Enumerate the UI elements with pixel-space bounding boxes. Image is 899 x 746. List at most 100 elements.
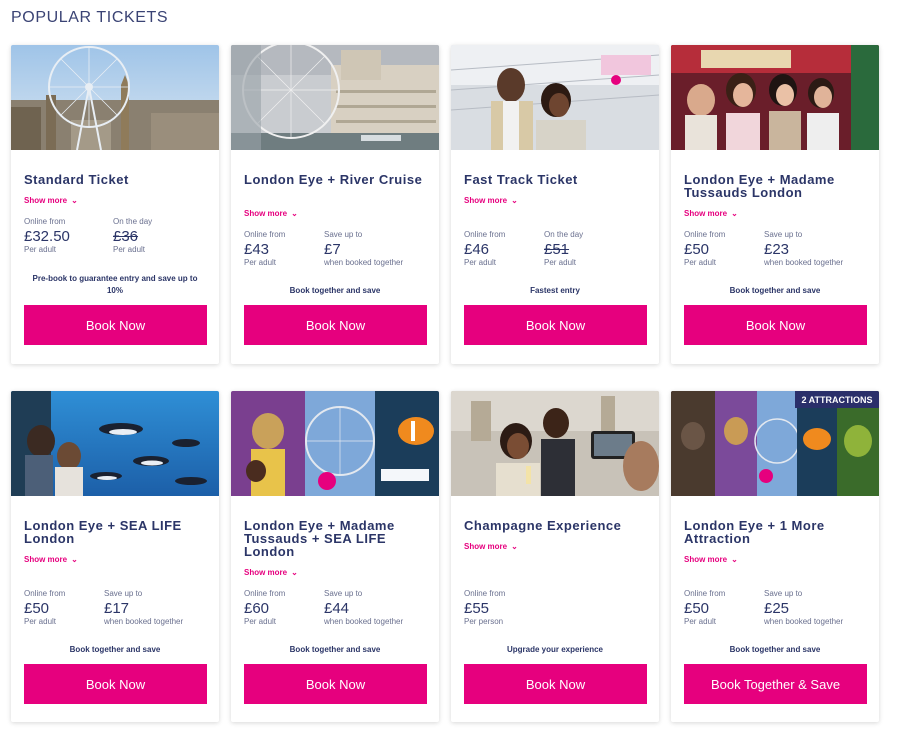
ticket-image[interactable]: 2 ATTRACTIONS bbox=[671, 391, 879, 496]
show-more-label: Show more bbox=[244, 568, 288, 577]
show-more-label: Show more bbox=[244, 209, 288, 218]
book-now-button[interactable]: Book Now bbox=[464, 664, 647, 704]
chevron-down-icon: ⌄ bbox=[291, 568, 298, 577]
price-sub: Per adult bbox=[24, 245, 57, 254]
price-label: Online from bbox=[24, 217, 66, 226]
online-price: Online from £32.50 Per adult bbox=[24, 217, 70, 254]
price-value: £23 bbox=[764, 241, 790, 258]
online-price: Online from £43 Per adult bbox=[244, 230, 285, 267]
show-more-toggle[interactable]: Show more ⌄ bbox=[24, 555, 78, 564]
online-price: Online from £46 Per adult bbox=[464, 230, 505, 267]
online-price: Online from £50 Per adult bbox=[684, 589, 725, 626]
ticket-note: Book together and save bbox=[289, 645, 381, 654]
book-together-button[interactable]: Book Together & Save bbox=[684, 664, 867, 704]
ticket-image[interactable] bbox=[231, 391, 439, 496]
ticket-title: London Eye + SEA LIFE London bbox=[24, 518, 182, 546]
saving-price: Save up to £25 when booked together bbox=[764, 589, 843, 626]
ticket-title: Fast Track Ticket bbox=[464, 172, 578, 187]
ticket-note: Book together and save bbox=[69, 645, 161, 654]
book-now-button[interactable]: Book Now bbox=[244, 664, 427, 704]
page-heading: POPULAR TICKETS bbox=[11, 9, 169, 26]
ticket-image[interactable] bbox=[451, 391, 659, 496]
price-label: Online from bbox=[24, 589, 66, 598]
ticket-note: Upgrade your experience bbox=[506, 645, 604, 654]
online-price: Online from £60 Per adult bbox=[244, 589, 285, 626]
show-more-toggle[interactable]: Show more ⌄ bbox=[684, 555, 738, 564]
online-price: Online from £50 Per adult bbox=[24, 589, 65, 626]
ticket-image[interactable] bbox=[671, 45, 879, 150]
price-label: On the day bbox=[544, 230, 584, 239]
price-label: Online from bbox=[684, 589, 726, 598]
ticket-title: Standard Ticket bbox=[24, 172, 129, 187]
image-badge: 2 ATTRACTIONS bbox=[802, 395, 873, 405]
on-the-day-price: On the day £51 Per adult bbox=[544, 230, 583, 267]
book-now-button[interactable]: Book Now bbox=[244, 305, 427, 345]
ticket-image[interactable] bbox=[231, 45, 439, 150]
book-now-button[interactable]: Book Now bbox=[684, 305, 867, 345]
book-now-button[interactable]: Book Now bbox=[24, 305, 207, 345]
price-sub: Per adult bbox=[244, 258, 277, 267]
ticket-title: London Eye + Madame Tussauds + SEA LIFE … bbox=[244, 518, 395, 559]
saving-price: Save up to £7 when booked together bbox=[324, 230, 403, 267]
price-sub: when booked together bbox=[104, 617, 184, 626]
ticket-title: Champagne Experience bbox=[464, 518, 622, 533]
ticket-image[interactable] bbox=[11, 391, 219, 496]
show-more-toggle[interactable]: Show more ⌄ bbox=[244, 209, 298, 218]
show-more-label: Show more bbox=[464, 196, 508, 205]
price-label: On the day bbox=[113, 217, 153, 226]
show-more-label: Show more bbox=[684, 209, 728, 218]
ticket-note: Pre-book to guarantee entry and save up … bbox=[32, 274, 198, 295]
show-more-toggle[interactable]: Show more ⌄ bbox=[244, 568, 298, 577]
price-value: £46 bbox=[464, 241, 490, 258]
ticket-image[interactable] bbox=[11, 45, 219, 150]
price-sub: Per adult bbox=[684, 617, 717, 626]
price-value: £32.50 bbox=[24, 228, 70, 245]
price-label: Save up to bbox=[324, 589, 363, 598]
book-now-button[interactable]: Book Now bbox=[24, 664, 207, 704]
ticket-card: London Eye + Madame Tussauds + SEA LIFE … bbox=[231, 391, 439, 722]
ticket-note: Book together and save bbox=[729, 286, 821, 295]
price-value: £50 bbox=[684, 241, 710, 258]
price-value: £44 bbox=[324, 600, 350, 617]
price-label: Online from bbox=[244, 589, 286, 598]
price-value: £50 bbox=[24, 600, 50, 617]
price-label: Save up to bbox=[324, 230, 363, 239]
price-label: Save up to bbox=[764, 230, 803, 239]
show-more-label: Show more bbox=[24, 555, 68, 564]
price-value: £7 bbox=[324, 241, 341, 258]
ticket-note: Book together and save bbox=[729, 645, 821, 654]
show-more-toggle[interactable]: Show more ⌄ bbox=[464, 542, 518, 551]
price-label: Online from bbox=[684, 230, 726, 239]
chevron-down-icon: ⌄ bbox=[71, 555, 78, 564]
show-more-toggle[interactable]: Show more ⌄ bbox=[684, 209, 738, 218]
show-more-label: Show more bbox=[464, 542, 508, 551]
chevron-down-icon: ⌄ bbox=[731, 555, 738, 564]
ticket-card: Champagne Experience Show more ⌄ Online f… bbox=[451, 391, 659, 722]
price-label: Save up to bbox=[764, 589, 803, 598]
price-sub: Per adult bbox=[544, 258, 577, 267]
chevron-down-icon: ⌄ bbox=[731, 209, 738, 218]
ticket-card: Standard Ticket Show more ⌄ Online from £… bbox=[11, 45, 219, 364]
price-sub: Per adult bbox=[24, 617, 57, 626]
show-more-toggle[interactable]: Show more ⌄ bbox=[24, 196, 78, 205]
book-now-button[interactable]: Book Now bbox=[464, 305, 647, 345]
price-label: Online from bbox=[464, 589, 506, 598]
price-sub: Per adult bbox=[684, 258, 717, 267]
ticket-card: Fast Track Ticket Show more ⌄ Online from… bbox=[451, 45, 659, 364]
on-the-day-price: On the day £36 Per adult bbox=[113, 217, 152, 254]
chevron-down-icon: ⌄ bbox=[511, 542, 518, 551]
price-sub: when booked together bbox=[764, 258, 844, 267]
ticket-card: London Eye + River Cruise Show more ⌄ Onl… bbox=[231, 45, 439, 364]
saving-price: Save up to £17 when booked together bbox=[104, 589, 183, 626]
chevron-down-icon: ⌄ bbox=[71, 196, 78, 205]
ticket-note: Fastest entry bbox=[530, 286, 580, 295]
ticket-image[interactable] bbox=[451, 45, 659, 150]
saving-price: Save up to £23 when booked together bbox=[764, 230, 843, 267]
online-price: Online from £55 Per person bbox=[464, 589, 505, 626]
price-label: Save up to bbox=[104, 589, 143, 598]
show-more-toggle[interactable]: Show more ⌄ bbox=[464, 196, 518, 205]
price-value: £51 bbox=[544, 241, 570, 258]
price-value: £25 bbox=[764, 600, 790, 617]
show-more-label: Show more bbox=[24, 196, 68, 205]
price-value: £43 bbox=[244, 241, 270, 258]
